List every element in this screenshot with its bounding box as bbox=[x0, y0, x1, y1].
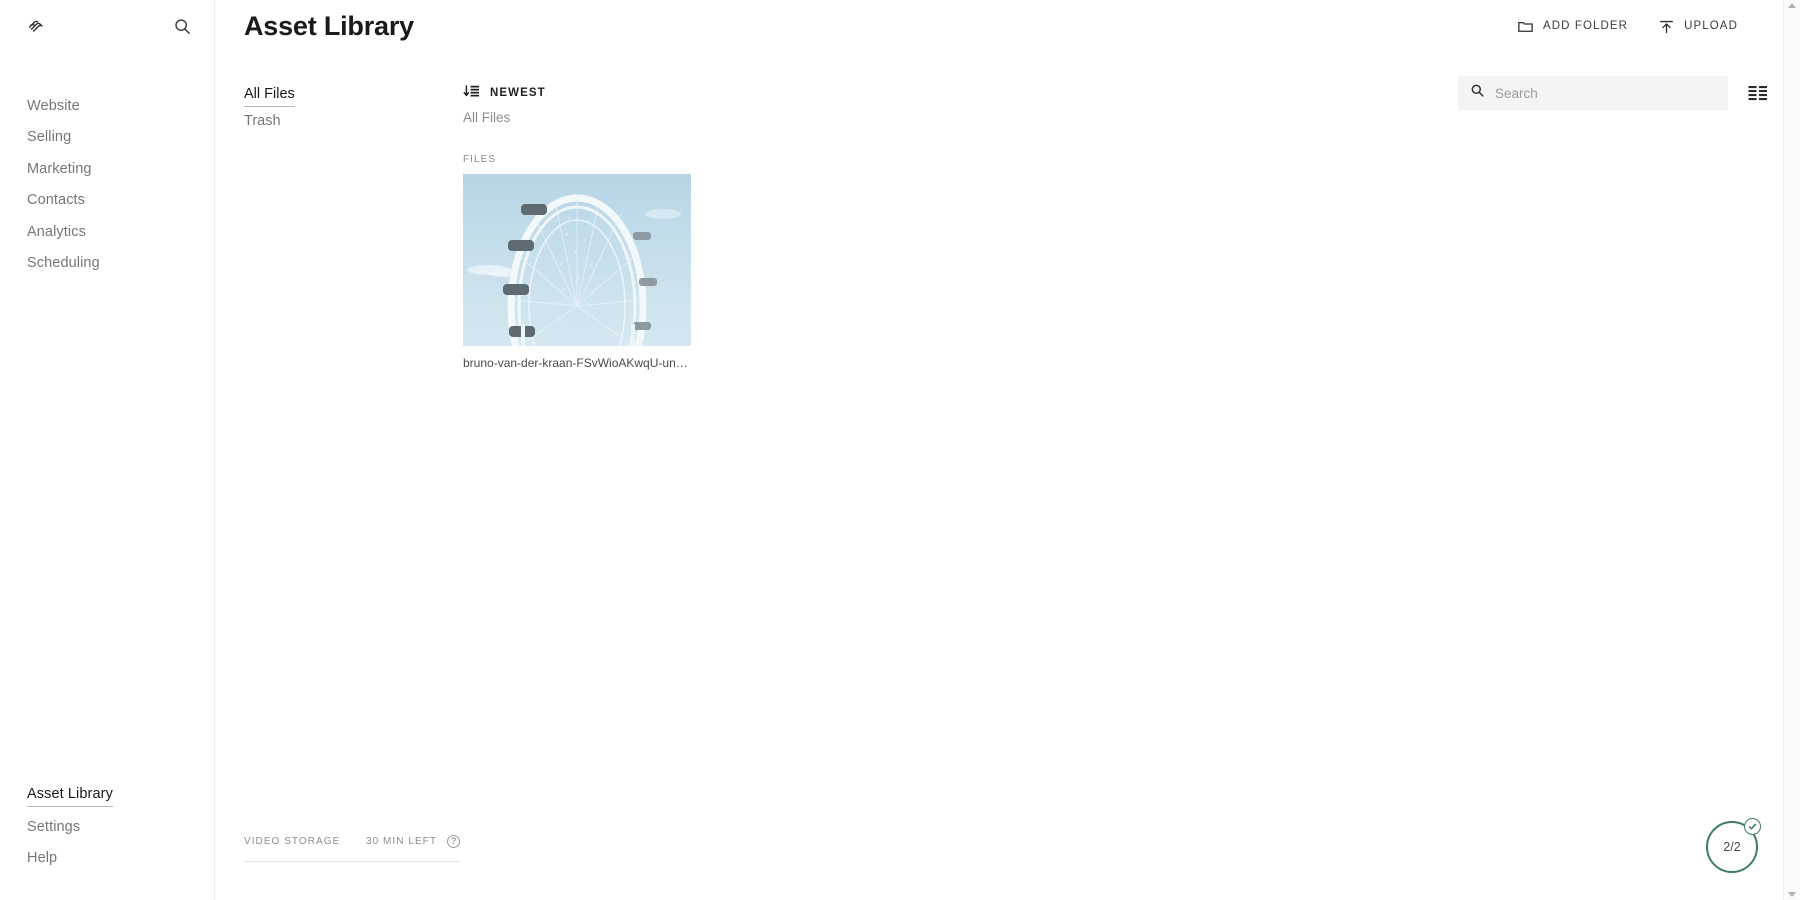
sidebar-item-website[interactable]: Website bbox=[27, 90, 214, 122]
files-toolbar: NEWEST bbox=[463, 52, 1768, 110]
sidebar-item-settings[interactable]: Settings bbox=[27, 811, 80, 843]
folder-row-all-files: All Files bbox=[244, 80, 463, 107]
header-actions: ADD FOLDER UPLOAD bbox=[1515, 14, 1768, 39]
page-header: Asset Library ADD FOLDER UPLOAD bbox=[215, 0, 1800, 52]
sidebar-secondary-nav: Asset Library Settings Help bbox=[0, 779, 214, 900]
video-storage-header: VIDEO STORAGE 30 MIN LEFT ? bbox=[244, 835, 460, 848]
question-mark-icon[interactable]: ? bbox=[447, 835, 460, 848]
video-storage-value: 30 MIN LEFT bbox=[365, 836, 437, 847]
vertical-scrollbar[interactable] bbox=[1783, 0, 1800, 900]
breadcrumb[interactable]: All Files bbox=[463, 104, 510, 125]
sidebar-header bbox=[0, 0, 214, 52]
add-folder-button[interactable]: ADD FOLDER bbox=[1515, 14, 1630, 39]
check-icon bbox=[1744, 818, 1761, 835]
sidebar-item-contacts[interactable]: Contacts bbox=[27, 185, 214, 217]
files-section-label: FILES bbox=[463, 154, 497, 165]
files-panel: NEWEST Search All Files FILES bruno-van-… bbox=[463, 52, 1800, 900]
library-content: All Files Trash VIDEO STORAGE 30 MIN LEF… bbox=[215, 52, 1800, 900]
search-area bbox=[1458, 76, 1768, 110]
video-storage-meter: VIDEO STORAGE 30 MIN LEFT ? bbox=[244, 835, 460, 862]
file-card[interactable]: bruno-van-der-kraan-FSvWioAKwqU-unsplas.… bbox=[463, 174, 691, 370]
folder-item-all-files[interactable]: All Files bbox=[244, 80, 295, 107]
video-storage-progress-bar bbox=[244, 861, 460, 862]
sidebar-item-scheduling[interactable]: Scheduling bbox=[27, 248, 214, 280]
folder-row-trash: Trash bbox=[244, 107, 463, 136]
search-box[interactable] bbox=[1458, 76, 1728, 110]
main-content: Asset Library ADD FOLDER UPLOAD All File… bbox=[215, 0, 1800, 900]
main-sidebar: Website Selling Marketing Contacts Analy… bbox=[0, 0, 215, 900]
sort-label: NEWEST bbox=[490, 87, 546, 99]
file-grid: bruno-van-der-kraan-FSvWioAKwqU-unsplas.… bbox=[463, 174, 1768, 370]
page-title: Asset Library bbox=[244, 10, 414, 41]
folder-item-trash[interactable]: Trash bbox=[244, 107, 281, 136]
folder-icon bbox=[1517, 18, 1534, 35]
sidebar-row-help: Help bbox=[27, 843, 214, 875]
upload-status-badge[interactable]: 2/2 bbox=[1706, 818, 1761, 873]
video-storage-label: VIDEO STORAGE bbox=[244, 836, 341, 847]
file-name: bruno-van-der-kraan-FSvWioAKwqU-unsplas.… bbox=[463, 356, 691, 370]
sort-button[interactable]: NEWEST bbox=[463, 84, 546, 102]
sidebar-item-analytics[interactable]: Analytics bbox=[27, 216, 214, 248]
squarespace-logo-icon[interactable] bbox=[26, 16, 47, 37]
ferris-wheel-photo[interactable] bbox=[463, 174, 691, 346]
sidebar-primary-nav: Website Selling Marketing Contacts Analy… bbox=[0, 90, 214, 279]
upload-arrow-icon bbox=[1658, 18, 1675, 35]
chevron-up-icon[interactable] bbox=[1788, 3, 1796, 8]
sort-descending-icon bbox=[463, 84, 480, 102]
sidebar-item-selling[interactable]: Selling bbox=[27, 122, 214, 154]
search-input[interactable] bbox=[1495, 85, 1716, 101]
sidebar-row-asset-library: Asset Library bbox=[27, 779, 214, 812]
sidebar-item-marketing[interactable]: Marketing bbox=[27, 153, 214, 185]
asset-library-app: Website Selling Marketing Contacts Analy… bbox=[0, 0, 1800, 900]
add-folder-label: ADD FOLDER bbox=[1542, 20, 1629, 32]
search-icon bbox=[1470, 83, 1485, 103]
sidebar-item-help[interactable]: Help bbox=[27, 843, 57, 875]
chevron-down-icon[interactable] bbox=[1788, 892, 1796, 897]
upload-count-label: 2/2 bbox=[1723, 840, 1741, 854]
sidebar-row-settings: Settings bbox=[27, 811, 214, 843]
upload-label: UPLOAD bbox=[1684, 20, 1738, 32]
upload-button[interactable]: UPLOAD bbox=[1656, 14, 1740, 39]
sidebar-item-asset-library[interactable]: Asset Library bbox=[27, 779, 113, 807]
folders-panel: All Files Trash VIDEO STORAGE 30 MIN LEF… bbox=[215, 52, 463, 900]
list-view-icon[interactable] bbox=[1748, 85, 1768, 101]
search-icon[interactable] bbox=[173, 17, 192, 36]
